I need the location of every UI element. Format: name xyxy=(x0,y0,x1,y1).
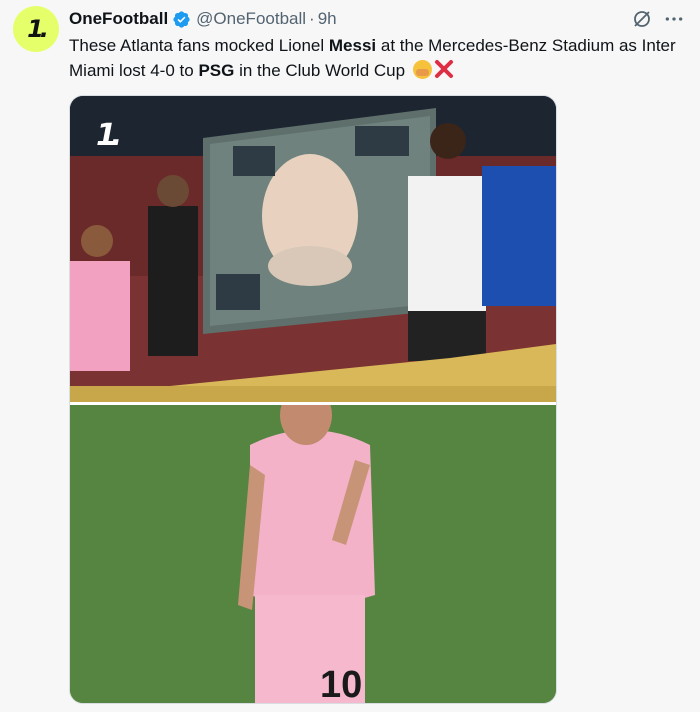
handle[interactable]: @OneFootball xyxy=(196,9,306,29)
onefootball-watermark-icon: 1. xyxy=(96,118,122,153)
fans-scene-illustration xyxy=(70,96,556,402)
display-name[interactable]: OneFootball xyxy=(69,9,168,29)
tweet-text-part: These Atlanta fans mocked Lionel xyxy=(69,36,329,55)
media-attachment[interactable]: 1. 10 xyxy=(69,95,557,704)
avatar[interactable]: 1. xyxy=(13,6,59,52)
tweet-text-bold-messi: Messi xyxy=(328,36,377,55)
messi-illustration: 10 xyxy=(70,405,556,703)
tweet[interactable]: 1. OneFootball @OneFootball · 9h These A… xyxy=(0,0,700,712)
tweet-text: These Atlanta fans mocked Lionel Messi a… xyxy=(69,33,689,83)
onefootball-logo-icon: 1. xyxy=(27,15,49,43)
tweet-text-part: in the Club World Cup xyxy=(234,61,410,80)
verified-badge-icon xyxy=(172,10,191,29)
cross-mark-emoji-icon xyxy=(434,59,454,79)
fans-banner-photo[interactable]: 1. xyxy=(70,96,556,402)
hand-over-mouth-emoji-icon xyxy=(412,60,432,79)
messi-photo[interactable]: 10 xyxy=(70,405,556,703)
svg-text:10: 10 xyxy=(320,664,362,703)
tweet-text-bold-psg: PSG xyxy=(198,61,235,80)
tweet-header: OneFootball @OneFootball · 9h xyxy=(69,8,337,30)
more-dots-icon[interactable] xyxy=(662,8,686,30)
grok-icon[interactable] xyxy=(631,8,653,30)
timestamp[interactable]: 9h xyxy=(318,9,337,29)
separator-dot: · xyxy=(309,9,315,28)
